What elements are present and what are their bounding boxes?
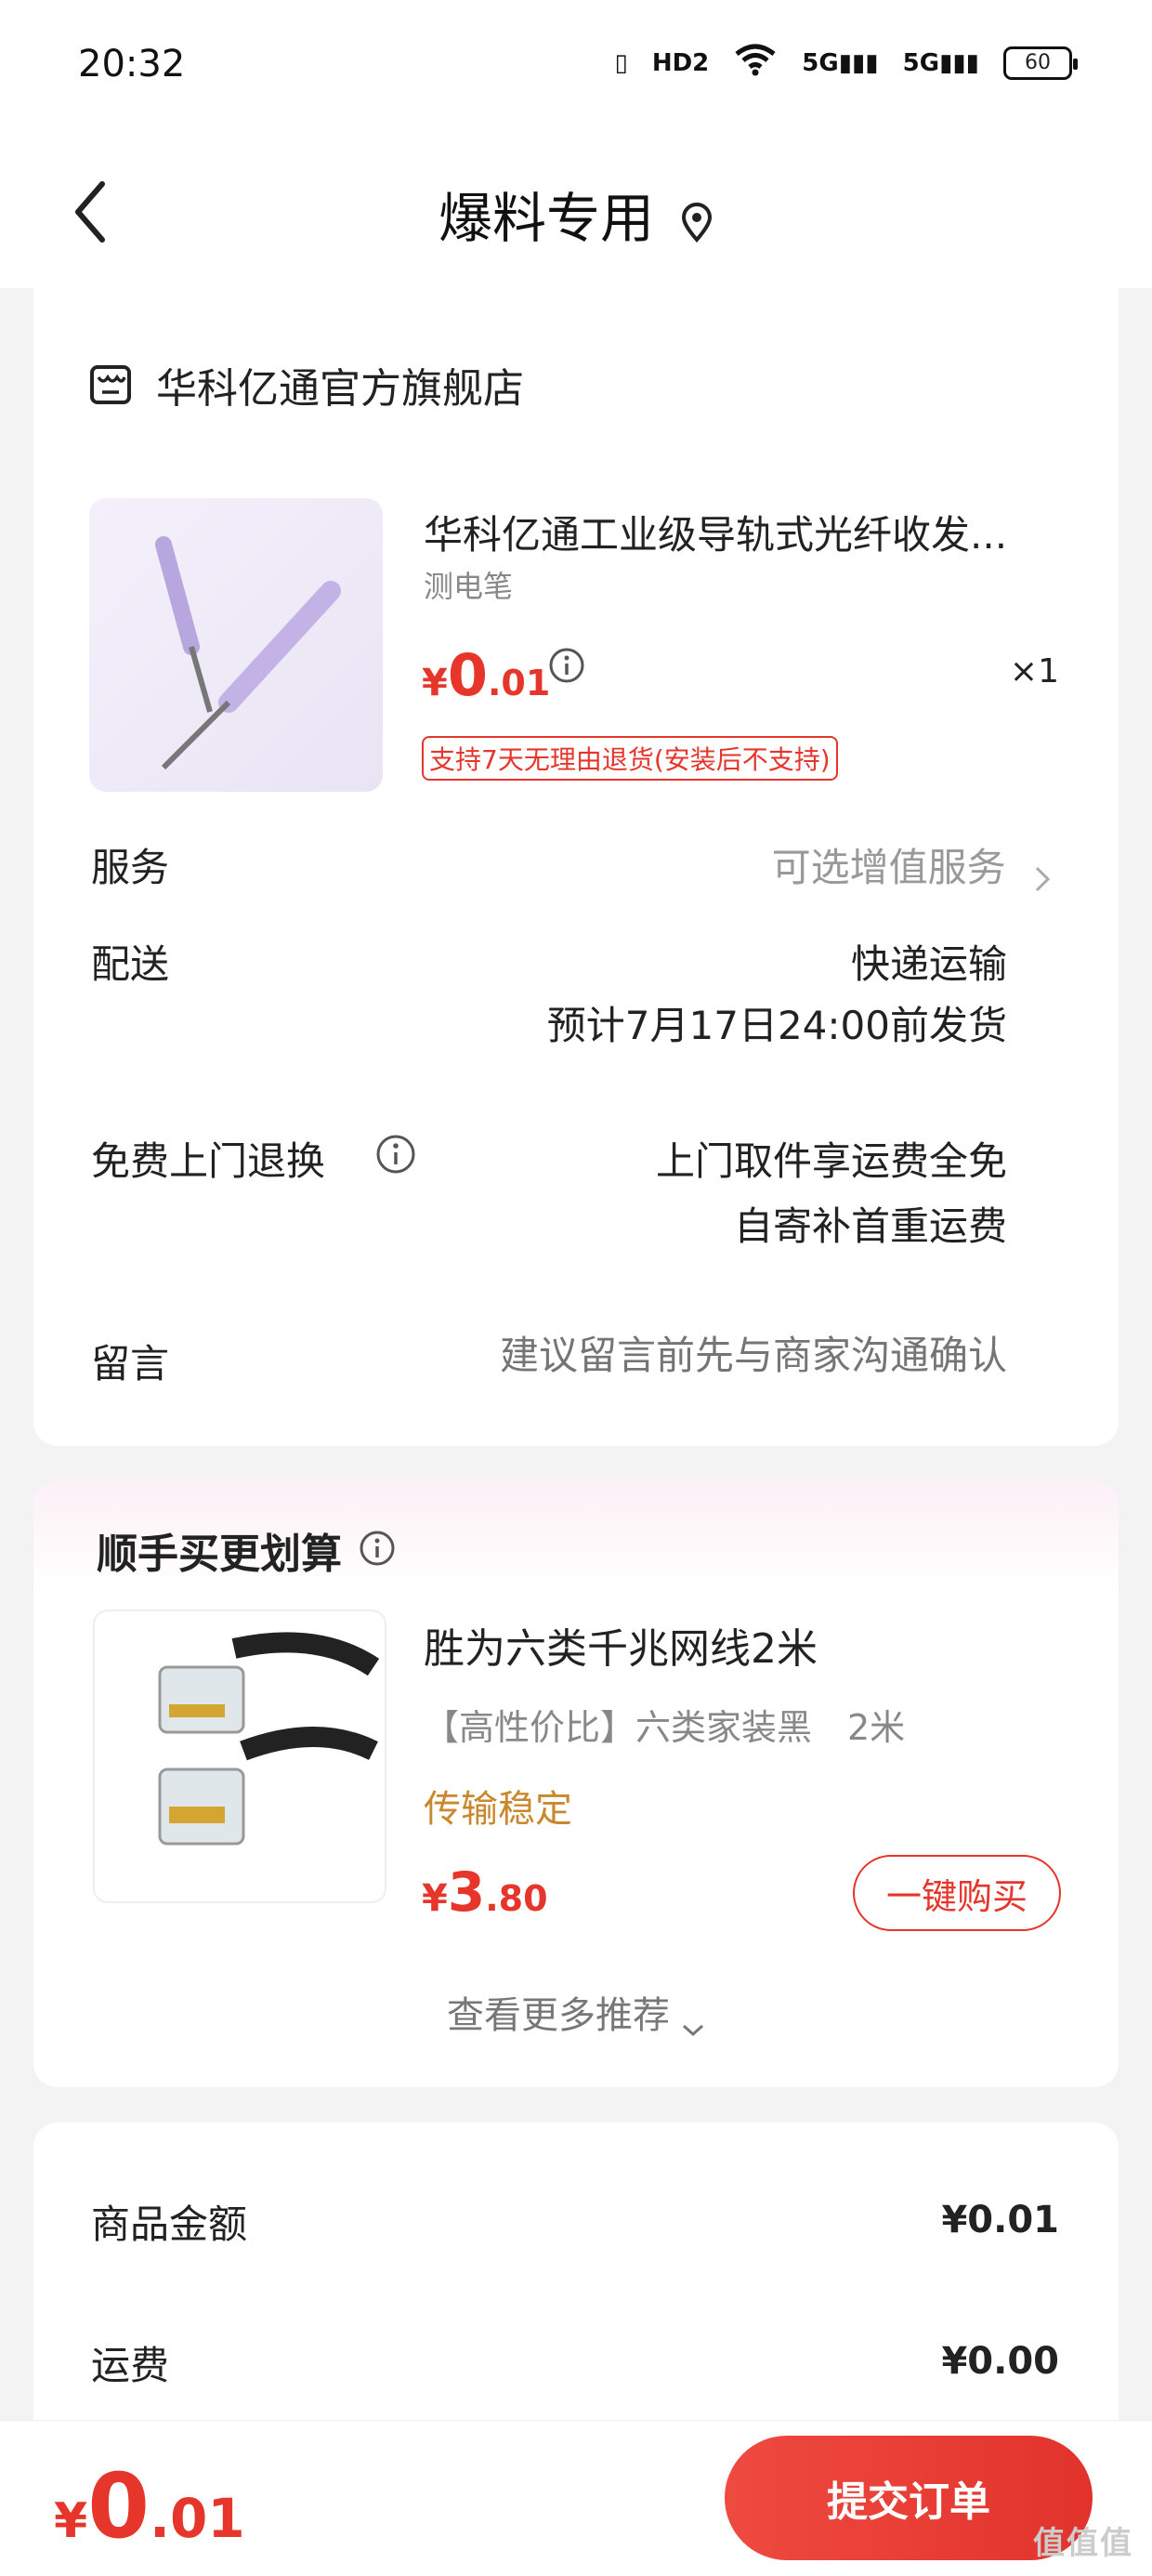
store-row[interactable]: 华科亿通官方旗舰店: [89, 355, 524, 414]
service-label: 服务: [91, 845, 170, 890]
vibrate-icon: ▯: [614, 48, 628, 77]
goods-amount-value: ¥0.01: [941, 2199, 1059, 2241]
status-icons: ▯ HD2 5G▮▮▮ 5G▮▮▮ 60: [614, 43, 1078, 83]
recommend-price: ¥ 3 .80: [422, 1860, 548, 1924]
bottom-bar: ¥ 0 .01 提交订单 值值值: [0, 2420, 1152, 2576]
chevron-right-icon: [1033, 857, 1052, 891]
total-price-integer: 0: [87, 2454, 150, 2558]
product-sku: 测电笔: [424, 569, 514, 604]
recommend-item-name[interactable]: 胜为六类千兆网线2米: [424, 1615, 818, 1675]
battery-level: 60: [1025, 51, 1051, 74]
page-title-wrap: 爆料专用: [0, 175, 1152, 253]
service-value: 可选增值服务: [771, 845, 1006, 890]
price-decimal: .01: [487, 663, 551, 703]
shipping-fee-value: ¥0.00: [941, 2340, 1059, 2383]
battery-icon: 60: [1003, 46, 1078, 80]
signal-5g-label-1: 5G: [802, 48, 839, 77]
wifi-icon: [733, 43, 778, 83]
recommend-price-decimal: .80: [485, 1878, 548, 1919]
signal-5g-icon-2: 5G▮▮▮: [902, 48, 979, 77]
see-more-recommend[interactable]: 查看更多推荐: [33, 1985, 1119, 2039]
recommend-item-spec: 【高性价比】六类家装黑 2米: [424, 1707, 906, 1748]
watermark-logo: 值值值: [1033, 2525, 1133, 2562]
status-bar: 20:32 ▯ HD2 5G▮▮▮ 5G▮▮▮ 60: [0, 0, 1152, 139]
page-title: 爆料专用: [438, 187, 654, 250]
one-click-buy-button[interactable]: 一键购买: [853, 1855, 1061, 1931]
order-card: 华科亿通官方旗舰店 华科亿通工业级导轨式光纤收发... 测电笔 ¥ 0 .01 …: [33, 288, 1119, 1446]
recommend-item-tag: 传输稳定: [424, 1788, 572, 1831]
store-name: 华科亿通官方旗舰店: [156, 365, 524, 413]
free-return-info-icon[interactable]: [375, 1134, 416, 1175]
see-more-label: 查看更多推荐: [447, 1994, 670, 2037]
total-price-decimal: .01: [149, 2487, 245, 2550]
location-pin-icon[interactable]: [680, 193, 713, 243]
recommend-header: 顺手买更划算: [97, 1520, 396, 1580]
service-selector[interactable]: 可选增值服务: [772, 836, 1052, 893]
hd-icon: HD2: [651, 48, 710, 77]
free-return-line2: 自寄补首重运费: [733, 1203, 1007, 1249]
price-symbol: ¥: [422, 662, 448, 704]
price-integer: 0: [447, 641, 488, 709]
recommend-price-integer: 3: [447, 1860, 486, 1924]
store-icon: [89, 364, 132, 405]
goods-amount-label: 商品金额: [91, 2201, 248, 2247]
product-price: ¥ 0 .01: [422, 641, 550, 709]
recommend-info-icon[interactable]: [359, 1530, 396, 1571]
recommend-image-cable[interactable]: [93, 1610, 386, 1903]
free-return-label: 免费上门退换: [91, 1138, 326, 1184]
product-quantity: ×1: [1009, 652, 1059, 690]
product-image-screwdriver[interactable]: [89, 498, 383, 792]
recommend-title: 顺手买更划算: [97, 1531, 342, 1578]
signal-5g-label-2: 5G: [902, 48, 940, 77]
shipping-fee-label: 运费: [91, 2343, 170, 2388]
price-info-icon[interactable]: [548, 647, 585, 684]
delivery-label: 配送: [91, 941, 170, 987]
nav-header: 爆料专用: [0, 139, 1152, 288]
total-price: ¥ 0 .01: [54, 2454, 245, 2558]
product-title[interactable]: 华科亿通工业级导轨式光纤收发...: [424, 504, 1093, 560]
message-input[interactable]: [357, 1333, 1007, 1378]
recommend-price-symbol: ¥: [422, 1877, 448, 1920]
delivery-eta: 预计7月17日24:00前发货: [546, 1003, 1007, 1048]
message-label: 留言: [91, 1341, 170, 1387]
free-return-line1: 上门取件享运费全免: [655, 1138, 1007, 1184]
chevron-down-icon: [681, 2004, 705, 2037]
status-time: 20:32: [78, 43, 186, 85]
signal-5g-icon: 5G▮▮▮: [802, 48, 879, 77]
recommend-card: 顺手买更划算 胜为六类千兆网线2米 【高性价比】六类家装黑 2米 传输稳定 ¥ …: [33, 1479, 1119, 2087]
return-policy-tag: 支持7天无理由退货(安装后不支持): [422, 736, 838, 781]
delivery-method: 快递运输: [850, 941, 1007, 987]
total-price-symbol: ¥: [54, 2493, 88, 2549]
